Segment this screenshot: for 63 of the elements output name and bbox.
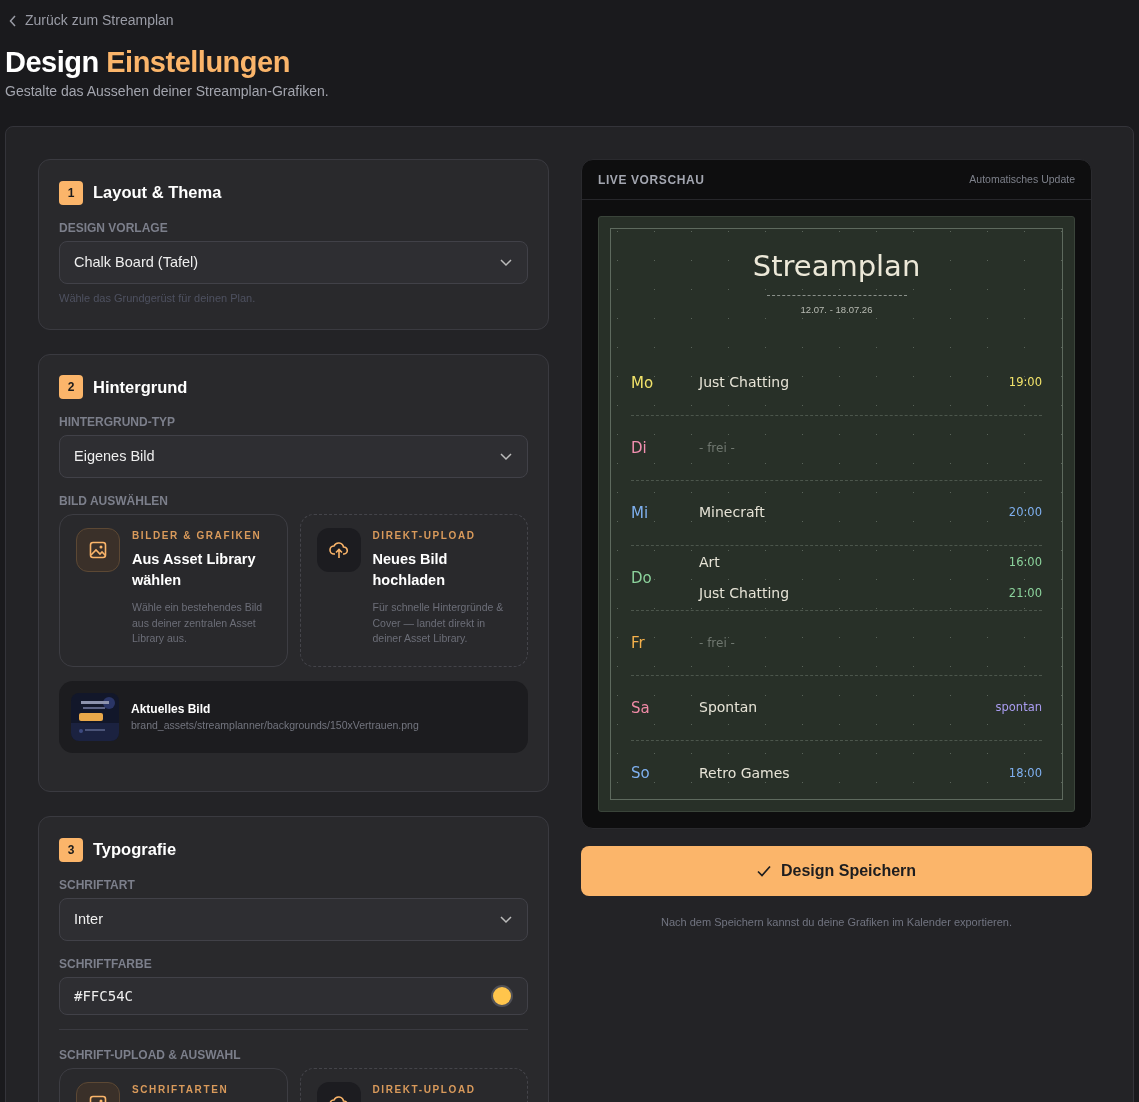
color-swatch[interactable] [491,985,513,1008]
free-label: - frei - [699,634,735,652]
option-category: DIREKT-UPLOAD [372,1083,476,1098]
stream-time: spontan [995,699,1042,717]
plan-title: Streamplan [752,248,921,286]
step-number: 1 [59,180,83,205]
select-field[interactable]: Eigenes Bild [59,435,528,479]
option-card[interactable]: SCHRIFTARTEN [59,1068,288,1102]
stream-time: 21:00 [1008,584,1042,602]
option-category: BILDER & GRAFIKEN [132,529,263,544]
save-note: Nach dem Speichern kannst du deine Grafiken im Kalender exportieren. [660,915,1013,931]
back-link[interactable]: Zurück zum Streamplan [5,10,174,31]
option-description: Wähle ein bestehendes Bild aus deiner zentralen Asset Library aus. [132,599,264,647]
step-number: 3 [59,837,83,862]
field-label: SCHRIFTFARBE [59,956,153,974]
step-number: 2 [59,374,83,399]
option-title: Aus Asset Library wählen [132,550,257,590]
field-label: HINTERGRUND-TYP [59,414,176,432]
stream-title: Just Chatting [699,583,790,603]
day-label: Mo [631,373,654,392]
option-title: Neues Bild hochladen [372,550,449,590]
stream-time: 18:00 [1008,764,1042,782]
section-title: Hintergrund [93,376,188,398]
preview-title: LIVE VORSCHAU [598,171,705,189]
select-field[interactable]: Inter [59,898,528,942]
chevron-left-icon [9,14,17,27]
stream-title: Just Chatting [699,373,790,393]
option-card[interactable]: BILDER & GRAFIKEN Aus Asset Library wählen Wähle ein bestehendes Bild aus deiner zentralen Asset Library aus. [59,514,288,668]
day-label: So [631,764,650,783]
page-subtitle: Gestalte das Aussehen deiner Streamplan-Grafiken. [5,82,330,102]
day-label: Do [631,568,652,587]
day-label: Sa [631,698,650,717]
option-card[interactable]: DIREKT-UPLOAD Neues Bild hochladen Für schnelle Hintergründe & Cover — landet direkt in deiner Asset Library. [299,514,528,668]
check-icon [756,865,771,878]
current-image-title: Aktuelles Bild [131,701,212,719]
stream-title: Spontan [699,698,758,718]
stream-title: Art [699,552,720,572]
day-label: Di [631,438,647,457]
color-field[interactable]: #FFC54C [59,977,528,1016]
page-title: Design Einstellungen [5,44,291,80]
option-category: SCHRIFTARTEN [132,1083,229,1098]
option-category: DIREKT-UPLOAD [372,529,477,544]
field-label: SCHRIFTART [59,877,136,895]
day-label: Fr [631,633,645,652]
update-status: Automatisches Update [969,171,1075,187]
stream-title: Minecraft [699,503,765,523]
option-description: Für schnelle Hintergründe & Cover — landet direkt in deiner Asset Library. [372,599,505,647]
field-label: BILD AUSWÄHLEN [59,493,169,511]
field-label: DESIGN VORLAGE [59,220,169,238]
stream-title: Retro Games [699,763,790,783]
file-path: brand_assets/streamplanner/backgrounds/150xVertrauen.png [131,718,419,734]
select-field[interactable]: Chalk Board (Tafel) [59,241,528,285]
option-card[interactable]: DIREKT-UPLOAD [299,1068,528,1102]
save-button[interactable]: Design Speichern [581,846,1092,897]
free-label: - frei - [699,439,735,457]
field-label: SCHRIFT-UPLOAD & AUSWAHL [59,1047,242,1065]
section-title: Layout & Thema [93,182,222,204]
stream-time: 19:00 [1008,374,1042,392]
date-range: 12.07. - 18.07.26 [800,303,873,315]
day-label: Mi [631,503,649,522]
stream-time: 20:00 [1008,504,1042,522]
section-title: Typografie [93,839,177,861]
stream-time: 16:00 [1008,553,1042,571]
